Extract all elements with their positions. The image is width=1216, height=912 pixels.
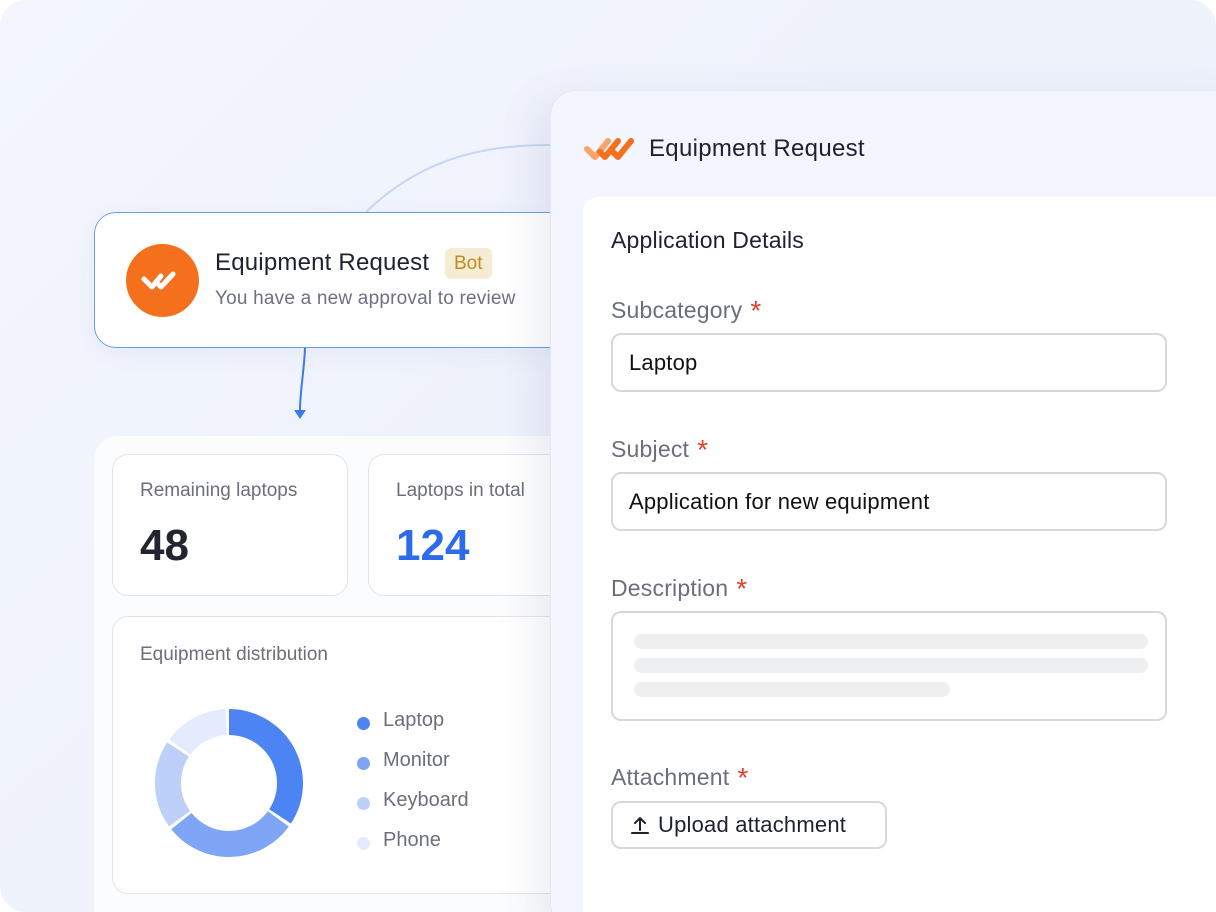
description-field[interactable] [611, 611, 1167, 721]
upload-icon [629, 814, 651, 836]
required-marker: * [697, 434, 709, 465]
bot-avatar [126, 244, 199, 317]
attachment-label: Attachment * [611, 760, 749, 793]
check-marks-icon [141, 271, 175, 289]
application-details-card: Application Details Subcategory * Laptop … [583, 197, 1216, 912]
description-label: Description * [611, 571, 748, 604]
dashboard-panel: Remaining laptops 48 Laptops in total 12… [94, 436, 614, 912]
section-title: Application Details [611, 227, 805, 253]
placeholder-line [634, 634, 1148, 649]
required-marker: * [750, 295, 762, 326]
field-label-text: Subcategory [611, 297, 743, 323]
subject-field[interactable]: Application for new equipment [611, 472, 1167, 531]
donut-chart [155, 709, 303, 857]
subject-label: Subject * [611, 432, 709, 465]
app-canvas: Equipment Request Bot You have a new app… [0, 0, 1216, 912]
notification-message: You have a new approval to review [215, 288, 516, 309]
form-title: Equipment Request [649, 135, 865, 162]
stat-card-remaining: Remaining laptops 48 [112, 454, 348, 596]
required-marker: * [737, 762, 749, 793]
stat-label: Laptops in total [396, 480, 525, 501]
subcategory-label: Subcategory * [611, 293, 762, 326]
bot-badge: Bot [445, 248, 492, 279]
field-label-text: Description [611, 575, 729, 601]
distribution-card: Equipment distribution Laptop Monitor Ke… [112, 616, 592, 894]
legend-label: Phone [383, 829, 441, 851]
upload-label: Upload attachment [658, 812, 847, 837]
stat-label: Remaining laptops [140, 480, 298, 501]
upload-attachment-button[interactable]: Upload attachment [611, 801, 887, 849]
legend-label: Keyboard [383, 789, 469, 811]
notification-title: Equipment Request [215, 249, 430, 276]
field-label-text: Attachment [611, 764, 730, 790]
stat-value: 124 [396, 521, 470, 570]
brand-logo-icon [584, 138, 634, 160]
legend-swatch [357, 717, 370, 730]
notification-card[interactable]: Equipment Request Bot You have a new app… [94, 212, 614, 348]
distribution-title: Equipment distribution [140, 644, 328, 665]
legend-label: Laptop [383, 709, 445, 731]
placeholder-line [634, 682, 950, 697]
required-marker: * [736, 573, 748, 604]
field-label-text: Subject [611, 436, 690, 462]
legend-swatch [357, 757, 370, 770]
legend-label: Monitor [383, 749, 450, 771]
placeholder-line [634, 658, 1148, 673]
legend-swatch [357, 797, 370, 810]
request-form-panel: Equipment Request Application Details Su… [550, 90, 1216, 912]
legend-swatch [357, 837, 370, 850]
stat-value: 48 [140, 521, 189, 570]
subcategory-field[interactable]: Laptop [611, 333, 1167, 392]
